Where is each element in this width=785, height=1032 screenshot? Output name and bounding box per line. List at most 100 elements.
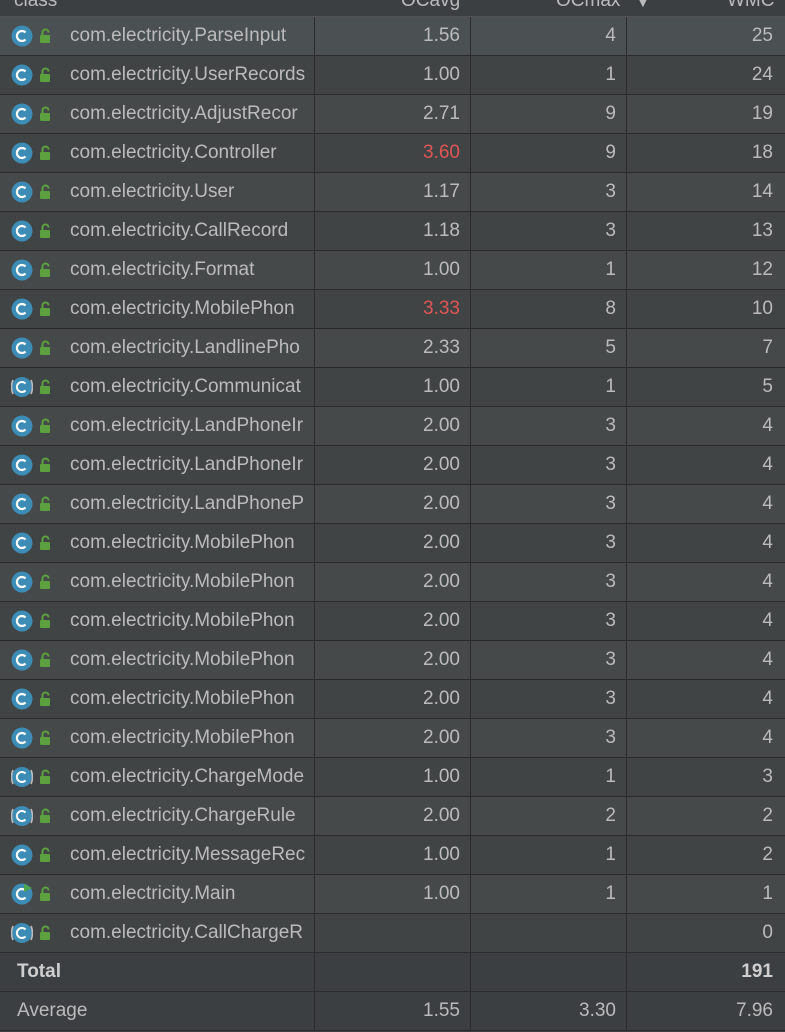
public-lock-icon (40, 691, 50, 706)
ocavg-cell: 1.56 (315, 17, 471, 55)
wmc-cell: 13 (751, 220, 773, 241)
table-row[interactable]: com.electricity.MobilePhon 2.00 3 4 (0, 719, 785, 758)
header-wmc[interactable]: WMC (727, 0, 774, 12)
class-icon (11, 493, 33, 515)
table-row[interactable]: com.electricity.LandPhoneP 2.00 3 4 (0, 485, 785, 524)
class-cell: com.electricity.User (0, 173, 315, 211)
class-icon (11, 415, 33, 437)
ocavg-cell (315, 914, 471, 952)
average-wmc: 7.96 (736, 1000, 773, 1021)
class-icon (11, 220, 33, 242)
ocmax-cell: 8 (471, 290, 627, 328)
class-icon (11, 571, 33, 593)
table-row[interactable]: com.electricity.ChargeMode 1.00 1 3 (0, 758, 785, 797)
wmc-cell: 2 (762, 805, 773, 826)
class-cell: com.electricity.ChargeRule (0, 797, 315, 835)
public-lock-icon (40, 769, 50, 784)
table-row[interactable]: com.electricity.Format 1.00 1 12 (0, 251, 785, 290)
table-row[interactable]: com.electricity.CallRecord 1.18 3 13 (0, 212, 785, 251)
table-row[interactable]: com.electricity.Controller 3.60 9 18 (0, 134, 785, 173)
table-row[interactable]: com.electricity.MobilePhon 3.33 8 10 (0, 290, 785, 329)
table-row[interactable]: com.electricity.ParseInput 1.56 4 25 (0, 17, 785, 56)
public-lock-icon (40, 106, 50, 121)
sort-indicator: ▼ (636, 0, 650, 10)
class-icon (11, 649, 33, 671)
ocmax-cell (471, 914, 627, 952)
ocavg-cell: 2.00 (315, 641, 471, 679)
wmc-cell: 0 (762, 922, 773, 943)
header-ocavg[interactable]: OCavg (401, 0, 460, 12)
class-icon (11, 103, 33, 125)
wmc-cell: 1 (762, 883, 773, 904)
class-name: com.electricity.User (70, 181, 235, 202)
table-row[interactable]: com.electricity.MobilePhon 2.00 3 4 (0, 641, 785, 680)
ocmax-cell: 1 (471, 836, 627, 874)
class-cell: com.electricity.MobilePhon (0, 680, 315, 718)
table-row[interactable]: com.electricity.UserRecords 1.00 1 24 (0, 56, 785, 95)
ocmax-cell: 3 (471, 524, 627, 562)
wmc-cell: 18 (751, 142, 773, 163)
ocmax-cell: 3 (471, 602, 627, 640)
class-icon (11, 142, 33, 164)
public-lock-icon (40, 847, 50, 862)
header-class[interactable]: class (14, 0, 57, 12)
table-row[interactable]: com.electricity.Main 1.00 1 1 (0, 875, 785, 914)
table-row[interactable]: com.electricity.MobilePhon 2.00 3 4 (0, 602, 785, 641)
ocmax-cell: 9 (471, 134, 627, 172)
wmc-cell: 2 (762, 844, 773, 865)
ocavg-cell: 1.00 (315, 368, 471, 406)
class-name: com.electricity.MobilePhon (70, 688, 295, 709)
wmc-cell: 12 (751, 259, 773, 280)
ocavg-cell: 2.00 (315, 485, 471, 523)
wmc-cell: 3 (762, 766, 773, 787)
table-row[interactable]: com.electricity.LandlinePho 2.33 5 7 (0, 329, 785, 368)
wmc-cell: 7 (762, 337, 773, 358)
class-name: com.electricity.MobilePhon (70, 532, 295, 553)
average-label: Average (17, 1000, 88, 1021)
ocmax-cell: 3 (471, 680, 627, 718)
ocavg-cell: 1.18 (315, 212, 471, 250)
average-row[interactable]: Average 1.55 3.30 7.96 (0, 992, 785, 1031)
ocavg-cell: 2.00 (315, 602, 471, 640)
class-cell: com.electricity.Communicat (0, 368, 315, 406)
wmc-cell: 4 (762, 571, 773, 592)
class-cell: com.electricity.Format (0, 251, 315, 289)
ocavg-cell: 1.00 (315, 251, 471, 289)
table-row[interactable]: com.electricity.MessageRec 1.00 1 2 (0, 836, 785, 875)
table-body: com.electricity.ParseInput 1.56 4 25 com.ele… (0, 17, 785, 953)
ocavg-cell: 2.00 (315, 797, 471, 835)
header-ocmax[interactable]: OCmax (556, 0, 620, 12)
table-row[interactable]: com.electricity.MobilePhon 2.00 3 4 (0, 563, 785, 602)
class-name: com.electricity.CallChargeR (70, 922, 303, 943)
abstract-class-icon (11, 377, 33, 397)
table-row[interactable]: com.electricity.MobilePhon 2.00 3 4 (0, 524, 785, 563)
table-row[interactable]: com.electricity.ChargeRule 2.00 2 2 (0, 797, 785, 836)
wmc-cell: 4 (762, 727, 773, 748)
class-name: com.electricity.MobilePhon (70, 649, 295, 670)
class-cell: com.electricity.AdjustRecor (0, 95, 315, 133)
ocavg-cell: 3.60 (315, 134, 471, 172)
public-lock-icon (40, 184, 50, 199)
class-icon (11, 727, 33, 749)
ocmax-cell: 1 (471, 56, 627, 94)
table-row[interactable]: com.electricity.Communicat 1.00 1 5 (0, 368, 785, 407)
table-row[interactable]: com.electricity.LandPhoneIr 2.00 3 4 (0, 446, 785, 485)
table-row[interactable]: com.electricity.MobilePhon 2.00 3 4 (0, 680, 785, 719)
class-cell: com.electricity.MobilePhon (0, 641, 315, 679)
ocmax-cell: 3 (471, 407, 627, 445)
table-row[interactable]: com.electricity.AdjustRecor 2.71 9 19 (0, 95, 785, 134)
public-lock-icon (40, 67, 50, 82)
wmc-cell: 5 (762, 376, 773, 397)
public-lock-icon (40, 457, 50, 472)
class-cell: com.electricity.Controller (0, 134, 315, 172)
ocmax-cell: 3 (471, 641, 627, 679)
table-row[interactable]: com.electricity.LandPhoneIr 2.00 3 4 (0, 407, 785, 446)
table-row[interactable]: com.electricity.User 1.17 3 14 (0, 173, 785, 212)
average-class-cell: Average (0, 992, 315, 1030)
total-row[interactable]: Total 191 (0, 953, 785, 992)
ocavg-cell: 1.00 (315, 875, 471, 913)
table-row[interactable]: com.electricity.CallChargeR 0 (0, 914, 785, 953)
ocmax-cell: 2 (471, 797, 627, 835)
public-lock-icon (40, 28, 50, 43)
public-lock-icon (40, 223, 50, 238)
